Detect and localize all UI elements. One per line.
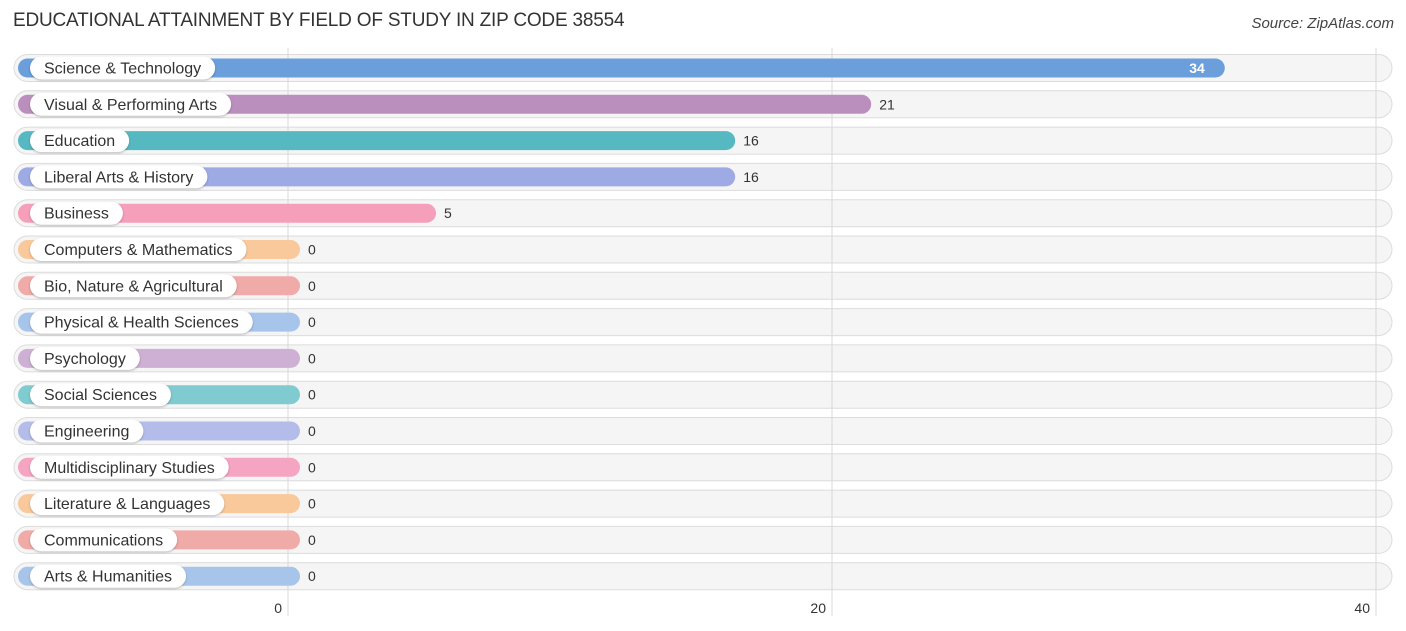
value-label: 16 bbox=[743, 133, 759, 149]
bar-row: Psychology 0 bbox=[18, 346, 316, 370]
value-label: 0 bbox=[308, 350, 316, 366]
value-label: 0 bbox=[308, 314, 316, 330]
value-label: 0 bbox=[308, 568, 316, 584]
value-label: 0 bbox=[308, 387, 316, 403]
category-label: Computers & Mathematics bbox=[44, 242, 233, 259]
category-label: Visual & Performing Arts bbox=[44, 97, 217, 114]
category-label: Multidisciplinary Studies bbox=[44, 460, 215, 477]
value-label: 34 bbox=[1189, 60, 1205, 76]
bar-row: Science & Technology 34 bbox=[18, 56, 1225, 80]
bar-row: Education 16 bbox=[18, 129, 759, 153]
x-tick-label: 40 bbox=[1354, 600, 1370, 616]
category-label: Physical & Health Sciences bbox=[44, 315, 239, 332]
value-label: 5 bbox=[444, 205, 452, 221]
bar-row: Liberal Arts & History 16 bbox=[18, 165, 759, 189]
value-label: 0 bbox=[308, 496, 316, 512]
category-label: Literature & Languages bbox=[44, 496, 210, 513]
bar-row: Business 5 bbox=[18, 201, 452, 225]
value-label: 0 bbox=[308, 423, 316, 439]
bar-row: Visual & Performing Arts 21 bbox=[18, 92, 895, 116]
bar-row: Literature & Languages 0 bbox=[18, 492, 316, 516]
bar-row: Engineering 0 bbox=[18, 419, 316, 443]
category-label: Social Sciences bbox=[44, 387, 157, 404]
bar-row: Multidisciplinary Studies 0 bbox=[18, 455, 316, 479]
value-label: 16 bbox=[743, 169, 759, 185]
category-label: Arts & Humanities bbox=[44, 569, 172, 586]
category-label: Science & Technology bbox=[44, 61, 201, 78]
x-tick-label: 0 bbox=[274, 600, 282, 616]
category-label: Liberal Arts & History bbox=[44, 169, 193, 186]
category-label: Education bbox=[44, 133, 115, 150]
bar-row: Physical & Health Sciences 0 bbox=[18, 310, 316, 334]
value-label: 0 bbox=[308, 459, 316, 475]
category-label: Bio, Nature & Agricultural bbox=[44, 278, 223, 295]
bar-row: Bio, Nature & Agricultural 0 bbox=[18, 274, 316, 298]
category-label: Business bbox=[44, 206, 109, 223]
value-label: 0 bbox=[308, 532, 316, 548]
bar-row: Communications 0 bbox=[18, 528, 316, 552]
value-label: 0 bbox=[308, 278, 316, 294]
bar-chart: Science & Technology 34 Visual & Performin… bbox=[13, 48, 1393, 616]
category-label: Psychology bbox=[44, 351, 126, 368]
bar-row: Social Sciences 0 bbox=[18, 383, 316, 407]
category-label: Engineering bbox=[44, 424, 129, 441]
value-label: 21 bbox=[879, 96, 895, 112]
bar-row: Arts & Humanities 0 bbox=[18, 564, 316, 588]
bar-row: Computers & Mathematics 0 bbox=[18, 238, 316, 261]
value-label: 0 bbox=[308, 242, 316, 258]
x-tick-label: 20 bbox=[810, 600, 826, 616]
category-label: Communications bbox=[44, 532, 163, 549]
